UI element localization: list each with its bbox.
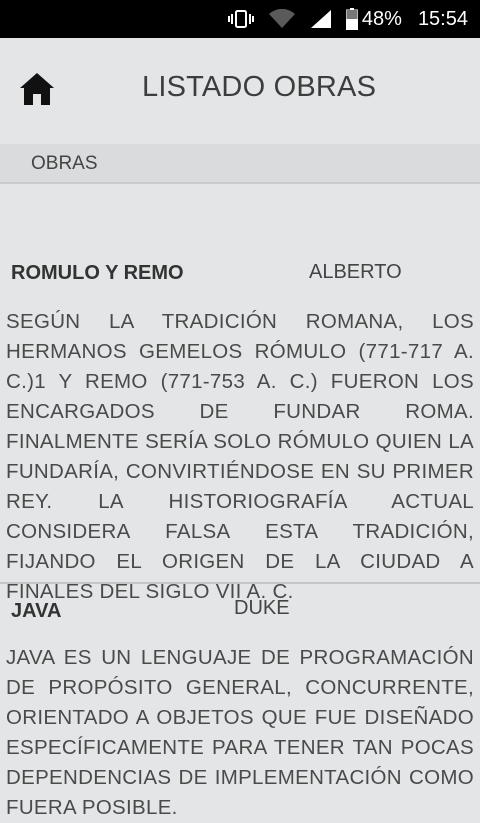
tab-obras[interactable]: OBRAS <box>31 153 98 175</box>
list-item[interactable]: ROMULO Y REMO ALBERTO SEGÚN LA TRADICIÓN… <box>0 186 480 603</box>
status-bar: 48% 15:54 <box>0 0 480 38</box>
item-title: JAVA <box>11 600 62 622</box>
list-item[interactable]: JAVA DUKE JAVA ES UN LENGUAJE DE PROGRAM… <box>0 584 480 819</box>
item-description: SEGÚN LA TRADICIÓN ROMANA, LOS HERMANOS … <box>6 310 474 603</box>
page-title: LISTADO OBRAS <box>142 71 377 103</box>
app-bar: LISTADO OBRAS <box>0 38 480 142</box>
clock: 15:54 <box>417 7 468 30</box>
item-title: ROMULO Y REMO <box>11 262 184 284</box>
vibrate-icon <box>227 9 254 29</box>
works-list: ROMULO Y REMO ALBERTO SEGÚN LA TRADICIÓN… <box>0 186 480 819</box>
item-author: DUKE <box>234 597 290 619</box>
item-description: JAVA ES UN LENGUAJE DE PROGRAMACIÓN DE P… <box>6 646 474 819</box>
battery-percent: 48% <box>361 7 402 30</box>
wifi-icon <box>268 9 296 29</box>
item-author: ALBERTO <box>309 261 402 283</box>
home-button[interactable] <box>19 72 55 106</box>
tab-bar: OBRAS <box>0 144 480 184</box>
signal-icon <box>310 9 332 29</box>
home-icon <box>20 73 54 105</box>
battery-icon <box>345 8 358 30</box>
